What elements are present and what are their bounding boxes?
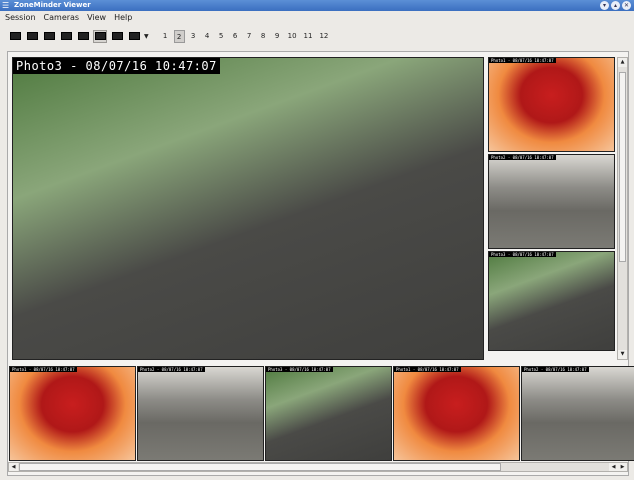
layout-3x3-icon [43,32,55,40]
menu-bar: Session Cameras View Help [0,11,634,25]
page-button[interactable]: 3 [188,30,199,43]
layout-1-plus-5-button[interactable] [93,29,107,43]
layout-custom-button[interactable] [127,30,141,43]
camera-label: Photo3 - 08/07/16 10:47:07 [489,252,556,257]
layout-5x5-icon [77,32,89,40]
camera-label: Photo2 - 08/07/16 10:47:07 [138,367,205,372]
window-title: ZoneMinder Viewer [14,1,91,9]
layout-4x4-icon [60,32,72,40]
camera-thumbnail[interactable]: Photo2 - 08/07/16 10:47:07 [521,366,634,461]
menu-help[interactable]: Help [114,11,132,25]
scroll-left-icon[interactable]: ◀ [9,463,18,471]
menu-session[interactable]: Session [5,11,36,25]
page-button[interactable]: 12 [317,30,330,43]
layout-1x1-button[interactable] [8,30,22,43]
page-button[interactable]: 6 [230,30,241,43]
maximize-icon[interactable]: ▴ [611,1,620,10]
scroll-left-icon[interactable]: ◀ [609,463,618,471]
page-button[interactable]: 2 [173,29,185,43]
camera-label: Photo1 - 08/07/16 10:47:07 [394,367,461,372]
scroll-up-icon[interactable]: ▲ [618,58,627,67]
camera-thumbnail[interactable]: Photo2 - 08/07/16 10:47:07 [488,154,615,249]
layout-1x1-icon [9,32,21,40]
title-bar: ☰ ZoneMinder Viewer ▾ ▴ ✕ [0,0,634,11]
vertical-scrollbar[interactable]: ▲ ▼ [617,57,628,360]
camera-label: Photo2 - 08/07/16 10:47:07 [489,155,556,160]
camera-label: Photo3 - 08/07/16 10:47:07 [13,58,220,74]
scrollbar-thumb[interactable] [619,72,626,262]
page-button[interactable]: 7 [244,30,255,43]
page-button[interactable]: 8 [258,30,269,43]
layout-2x2-button[interactable] [25,30,39,43]
layout-1-plus-7-icon [111,32,123,40]
camera-thumbnail[interactable]: Photo1 - 08/07/16 10:47:07 [393,366,520,461]
scrollbar-thumb[interactable] [19,463,501,471]
camera-thumbnail[interactable]: Photo3 - 08/07/16 10:47:07 [265,366,392,461]
page-button[interactable]: 4 [202,30,213,43]
camera-label: Photo1 - 08/07/16 10:47:07 [489,58,556,63]
toolbar: ▼ 1 2 3 4 5 6 7 8 9 10 11 12 [0,27,634,45]
layout-5x5-button[interactable] [76,30,90,43]
camera-label: Photo2 - 08/07/16 10:47:07 [522,367,589,372]
main-camera-view[interactable]: Photo3 - 08/07/16 10:47:07 [12,57,484,360]
page-button[interactable]: 1 [160,30,171,43]
layout-1-plus-7-button[interactable] [110,30,124,43]
close-icon[interactable]: ✕ [622,1,631,10]
layout-dropdown-icon[interactable]: ▼ [144,33,149,40]
camera-thumbnail[interactable]: Photo1 - 08/07/16 10:47:07 [488,57,615,152]
page-button[interactable]: 5 [216,30,227,43]
camera-thumbnail[interactable]: Photo2 - 08/07/16 10:47:07 [137,366,264,461]
camera-label: Photo1 - 08/07/16 10:47:07 [10,367,77,372]
menu-cameras[interactable]: Cameras [44,11,80,25]
page-button[interactable]: 11 [302,30,315,43]
layout-3x3-button[interactable] [42,30,56,43]
camera-thumbnail[interactable]: Photo3 - 08/07/16 10:47:07 [488,251,615,351]
page-button[interactable]: 10 [286,30,299,43]
page-button[interactable]: 9 [272,30,283,43]
layout-custom-icon [128,32,140,40]
layout-1-plus-5-icon [94,32,106,40]
layout-2x2-icon [26,32,38,40]
layout-4x4-button[interactable] [59,30,73,43]
scroll-down-icon[interactable]: ▼ [618,350,627,359]
camera-label: Photo3 - 08/07/16 10:47:07 [266,367,333,372]
zoneminder-icon: ☰ [2,1,10,10]
minimize-icon[interactable]: ▾ [600,1,609,10]
camera-thumbnail[interactable]: Photo1 - 08/07/16 10:47:07 [9,366,136,461]
horizontal-scrollbar[interactable]: ◀ ◀ ▶ [8,462,628,472]
menu-view[interactable]: View [87,11,106,25]
scroll-right-icon[interactable]: ▶ [618,463,627,471]
